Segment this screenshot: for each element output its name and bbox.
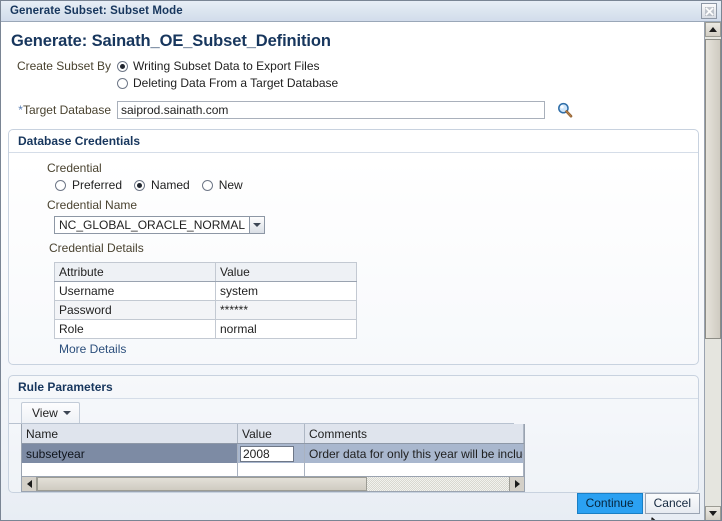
triangle-down-icon — [709, 511, 717, 516]
column-header-attribute: Attribute — [54, 262, 216, 282]
cell-parameter-name: subsetyear — [22, 443, 238, 463]
magnifier-icon — [558, 102, 573, 118]
window-title: Generate Subset: Subset Mode — [10, 5, 183, 17]
target-database-label: *Target Database — [1, 103, 117, 117]
table-row: Role normal — [54, 319, 357, 339]
target-database-label-text: Target Database — [22, 103, 111, 117]
target-database-input[interactable] — [117, 101, 545, 119]
cell-value-password: ****** — [215, 300, 357, 320]
vertical-scroll-thumb[interactable] — [705, 39, 721, 339]
rule-parameters-table: Name Value Comments subsetyear Order dat… — [22, 424, 524, 476]
table-row[interactable]: subsetyear Order data for only this year… — [22, 443, 524, 463]
radio-new-label: New — [218, 178, 243, 192]
radio-new-marker[interactable] — [201, 179, 213, 191]
radio-writing-subset-data-label: Writing Subset Data to Export Files — [133, 59, 320, 73]
credential-radio-group: Preferred Named New — [9, 178, 698, 192]
database-credentials-body: Credential Preferred Named New Credentia… — [9, 153, 698, 364]
cell-empty-name — [22, 463, 238, 476]
column-header-name[interactable]: Name — [22, 424, 238, 444]
rule-parameters-header: Rule Parameters — [9, 376, 698, 399]
radio-deleting-data-marker[interactable] — [117, 77, 128, 89]
column-header-value: Value — [215, 262, 357, 282]
credential-details-table-wrap: Attribute Value Username system Password — [9, 262, 698, 339]
cell-parameter-comments: Order data for only this year will be in… — [304, 443, 524, 463]
view-menu-label: View — [32, 406, 58, 420]
scroll-left-button[interactable] — [22, 477, 37, 491]
chevron-down-icon — [62, 411, 71, 415]
cell-attribute-username: Username — [54, 281, 216, 301]
rule-parameters-toolbar: View — [9, 399, 514, 424]
page-content: Generate: Sainath_OE_Subset_Definition C… — [1, 22, 706, 520]
radio-deleting-data-label: Deleting Data From a Target Database — [133, 76, 339, 90]
credential-label: Credential — [47, 161, 102, 175]
table-row: Password ****** — [54, 300, 357, 320]
radio-deleting-data[interactable]: Deleting Data From a Target Database — [117, 76, 338, 90]
create-subset-by-row-2: Deleting Data From a Target Database — [1, 76, 706, 90]
parameter-value-input[interactable] — [240, 445, 294, 462]
close-icon — [704, 6, 714, 16]
credential-details-label: Credential Details — [49, 241, 144, 255]
chevron-down-icon[interactable] — [249, 217, 265, 233]
radio-named-marker[interactable] — [134, 179, 146, 191]
rule-parameters-panel: Rule Parameters View Name Value Comments — [8, 375, 699, 493]
page-title: Generate: Sainath_OE_Subset_Definition — [11, 32, 331, 50]
cell-empty-value — [237, 463, 305, 476]
view-menu-button[interactable]: View — [21, 402, 80, 423]
cursor-arrow-icon — [651, 517, 656, 520]
radio-writing-subset-data-marker[interactable] — [117, 60, 128, 72]
database-credentials-header: Database Credentials — [9, 130, 698, 153]
credential-details-table: Attribute Value Username system Password — [54, 262, 357, 339]
cell-empty-comments — [304, 463, 524, 476]
scroll-right-button[interactable] — [509, 477, 524, 491]
credential-details-header-row: Attribute Value — [54, 262, 357, 282]
rule-parameters-header-row: Name Value Comments — [22, 424, 524, 444]
continue-button[interactable]: Continue — [576, 493, 643, 514]
triangle-up-icon — [709, 27, 717, 32]
horizontal-scroll-track[interactable] — [37, 477, 509, 491]
radio-named-label: Named — [151, 178, 190, 192]
cell-value-role: normal — [215, 319, 357, 339]
table-row: Username system — [54, 281, 357, 301]
dialog-window: Generate Subset: Subset Mode Generate: S… — [0, 0, 722, 521]
column-header-comments[interactable]: Comments — [304, 424, 524, 444]
radio-writing-subset-data[interactable]: Writing Subset Data to Export Files — [117, 59, 320, 73]
triangle-right-icon — [514, 480, 520, 488]
database-credentials-panel: Database Credentials Credential Preferre… — [8, 129, 699, 365]
target-database-row: *Target Database — [1, 101, 706, 119]
table-row-empty — [22, 463, 524, 476]
credential-name-selected-value: NC_GLOBAL_ORACLE_NORMAL — [59, 218, 246, 232]
credential-name-label: Credential Name — [47, 198, 138, 212]
rule-parameters-table-wrap: Name Value Comments subsetyear Order dat… — [21, 424, 525, 492]
triangle-left-icon — [26, 480, 32, 488]
column-header-value[interactable]: Value — [237, 424, 305, 444]
radio-preferred-marker[interactable] — [55, 179, 66, 191]
dialog-footer: Continue Cancel — [576, 493, 700, 514]
title-bar: Generate Subset: Subset Mode — [1, 1, 721, 22]
target-database-search-button[interactable] — [557, 102, 573, 118]
page-vertical-scrollbar[interactable] — [704, 22, 721, 520]
cell-parameter-value — [237, 443, 305, 463]
create-subset-by-row: Create Subset By Writing Subset Data to … — [1, 59, 706, 73]
top-form: Create Subset By Writing Subset Data to … — [1, 51, 706, 119]
caret-down-shape — [253, 223, 262, 227]
create-subset-by-label: Create Subset By — [16, 59, 111, 73]
close-button[interactable] — [701, 3, 717, 19]
horizontal-scroll-thumb[interactable] — [37, 477, 368, 491]
scroll-down-button[interactable] — [705, 506, 721, 520]
radio-preferred-label: Preferred — [72, 178, 123, 192]
cell-attribute-password: Password — [54, 300, 216, 320]
cancel-button[interactable]: Cancel — [644, 493, 700, 514]
mouse-cursor — [651, 517, 667, 520]
credential-name-select[interactable]: NC_GLOBAL_ORACLE_NORMAL — [54, 216, 266, 234]
scroll-up-button[interactable] — [705, 22, 721, 37]
cell-value-username: system — [215, 281, 357, 301]
rule-parameters-horizontal-scrollbar[interactable] — [22, 476, 524, 491]
more-details-link[interactable]: More Details — [59, 342, 698, 356]
cell-attribute-role: Role — [54, 319, 216, 339]
